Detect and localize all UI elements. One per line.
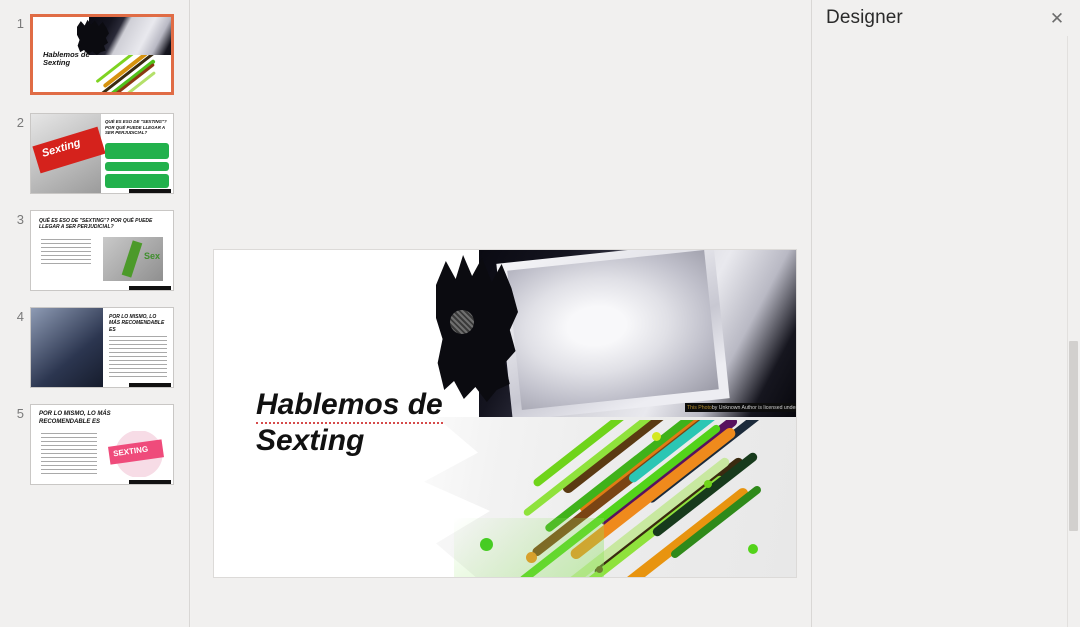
thumb4-heading: POR LO MISMO, LO MÁS RECOMENDABLE ES (109, 314, 165, 333)
slide-thumbnail-3[interactable]: QUÉ ES ESO DE "SEXTING"? POR QUÉ PUEDE L… (30, 210, 174, 291)
designer-scrollbar[interactable] (1067, 36, 1080, 627)
thumb4-photo (31, 308, 103, 387)
slide-number-1: 1 (16, 16, 24, 31)
thumb2-green-box-3 (105, 174, 169, 188)
thumbnail-row-4[interactable]: 4 POR LO MISMO, LO MÁS RECOMENDABLE ES (0, 307, 189, 388)
thumb5-heading: POR LO MISMO, LO MÁS RECOMENDABLE ES (39, 411, 111, 425)
designer-header: Designer (812, 0, 1080, 36)
designer-pane[interactable]: Designer ✕ Hablemos de Sexting (811, 0, 1080, 627)
slide-title[interactable]: Hablemos de Sexting (256, 388, 443, 457)
thumb1-title-line1: Hablemos de Sexting (43, 50, 90, 68)
ink-splash-graphic (436, 255, 518, 402)
thumb3-sex-text: Sex (144, 251, 161, 261)
slide-number-5: 5 (16, 406, 24, 421)
current-slide[interactable]: This Photo by Unknown Author is licensed… (213, 249, 797, 578)
thumb3-attribution (129, 286, 171, 290)
thumb2-green-box-2 (105, 162, 169, 171)
stripes-soft-wash (454, 518, 604, 577)
thumbnail-row-2[interactable]: 2 Sexting QUÉ ES ESO DE "SEXTING"? POR Q… (0, 113, 189, 194)
thumb2-heading: QUÉ ES ESO DE "SEXTING"? POR QUÉ PUEDE L… (105, 119, 167, 135)
thumbnail-row-3[interactable]: 3 QUÉ ES ESO DE "SEXTING"? POR QUÉ PUEDE… (0, 210, 189, 291)
ink-texture-circle (450, 310, 474, 334)
thumb3-body-text (41, 239, 91, 265)
slide-number-2: 2 (16, 115, 24, 130)
attribution-text: by Unknown Author is licensed under (711, 404, 797, 411)
slide-title-line1: Hablemos de (256, 388, 443, 424)
thumbnail-row-5[interactable]: 5 POR LO MISMO, LO MÁS RECOMENDABLE ES S… (0, 404, 189, 485)
slide-editing-canvas[interactable]: This Photo by Unknown Author is licensed… (191, 0, 811, 627)
slide-thumbnail-panel[interactable]: 1 Hablemos de Sexting 2 Sexting QUÉ ES E… (0, 0, 190, 627)
thumb3-heading: QUÉ ES ESO DE "SEXTING"? POR QUÉ PUEDE L… (39, 218, 153, 231)
thumb2-attribution (129, 189, 171, 193)
thumbnail-row-1[interactable]: 1 Hablemos de Sexting (0, 14, 189, 95)
slide-thumbnail-1[interactable]: Hablemos de Sexting (30, 14, 174, 95)
thumb5-bullets (41, 433, 97, 477)
photo-attribution[interactable]: This Photo by Unknown Author is licensed… (685, 403, 797, 412)
slide-number-4: 4 (16, 309, 24, 324)
powerpoint-window: 1 Hablemos de Sexting 2 Sexting QUÉ ES E… (0, 0, 1080, 627)
close-icon[interactable]: ✕ (1044, 6, 1070, 30)
thumb4-bullets (109, 336, 167, 378)
photo-subject (507, 250, 719, 410)
attribution-link[interactable]: This Photo (687, 405, 712, 411)
designer-scrollbar-thumb[interactable] (1069, 341, 1078, 531)
thumb2-green-box-1 (105, 143, 169, 159)
designer-title: Designer (826, 7, 903, 28)
slide-number-3: 3 (16, 212, 24, 227)
thumb1-stripes (95, 55, 171, 92)
slide-thumbnail-4[interactable]: POR LO MISMO, LO MÁS RECOMENDABLE ES (30, 307, 174, 388)
thumb4-attribution (129, 383, 171, 387)
slide-thumbnail-5[interactable]: POR LO MISMO, LO MÁS RECOMENDABLE ES SEX… (30, 404, 174, 485)
thumb5-attribution (129, 480, 171, 484)
slide-title-line2: Sexting (256, 423, 365, 457)
slide-thumbnail-2[interactable]: Sexting QUÉ ES ESO DE "SEXTING"? POR QUÉ… (30, 113, 174, 194)
